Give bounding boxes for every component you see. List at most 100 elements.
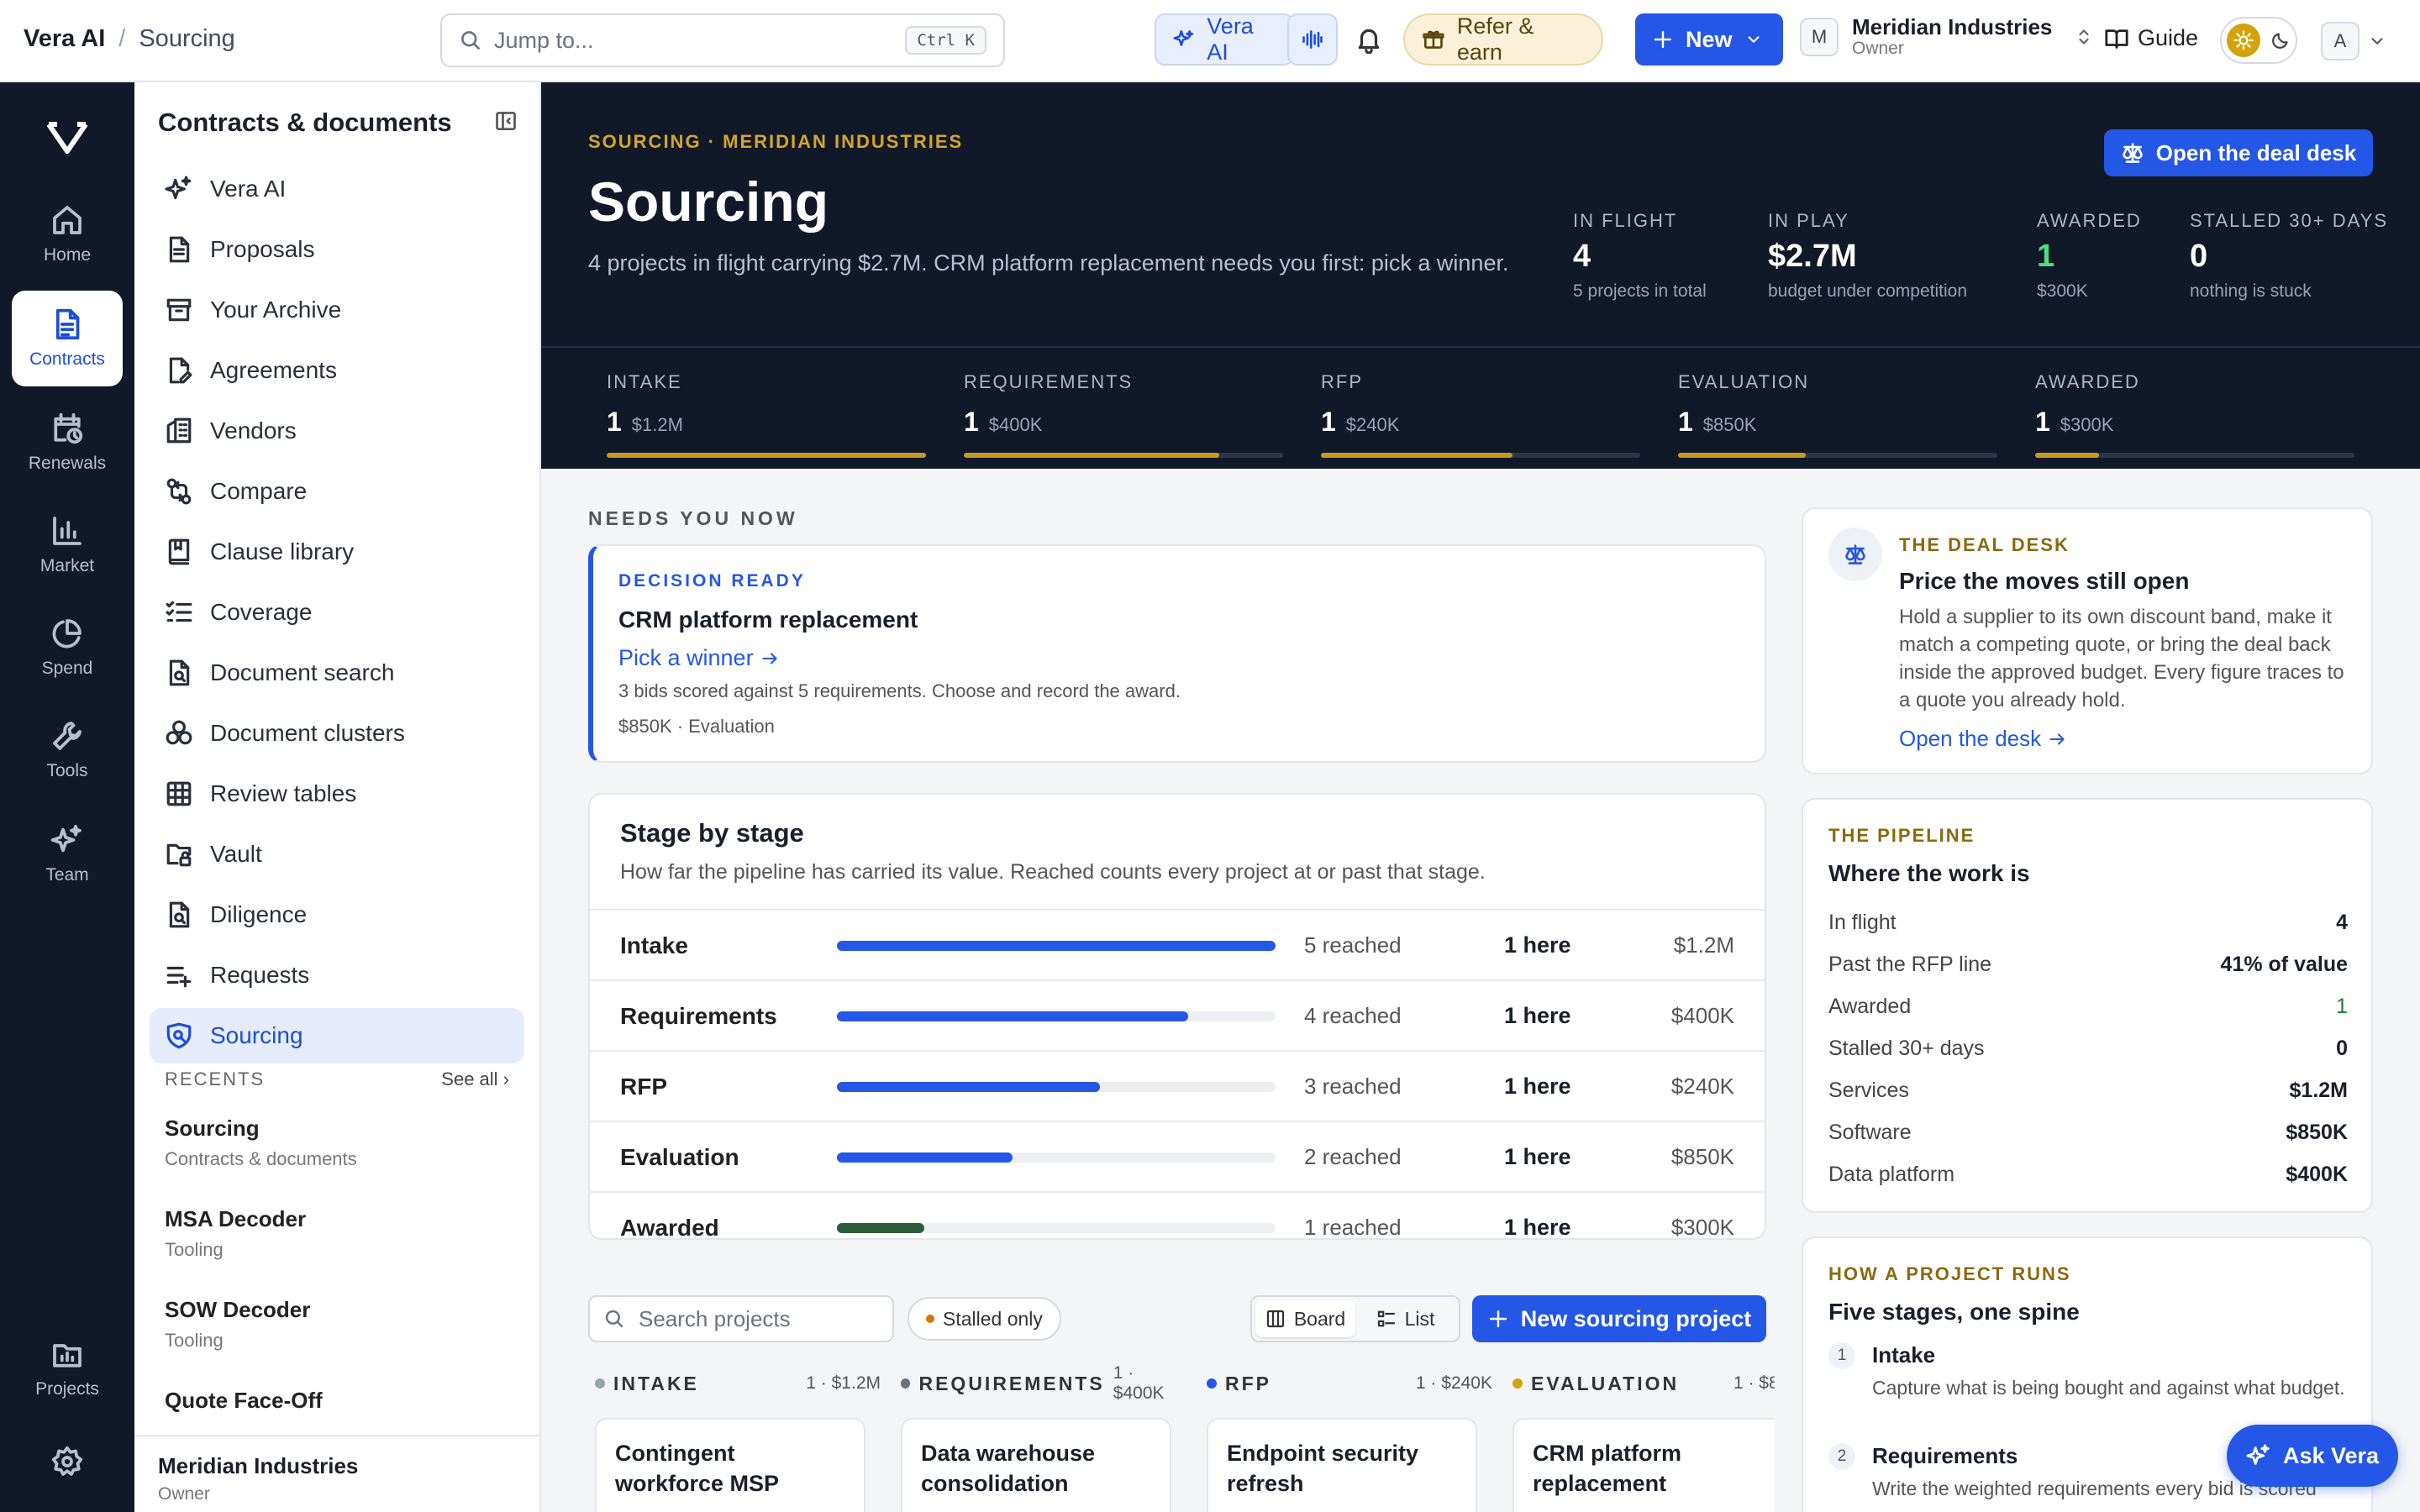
sidebar-item-document-search[interactable]: Document search — [150, 645, 524, 701]
sidebar-item-archive[interactable]: Your Archive — [150, 282, 524, 338]
stage-count-value: 1 — [1678, 407, 1693, 437]
vera-logo-icon[interactable] — [45, 119, 89, 156]
rail-projects[interactable]: Projects — [12, 1320, 123, 1416]
recent-item[interactable]: SOW Decoder Tooling — [165, 1297, 310, 1352]
stage-row-name: Awarded — [620, 1215, 719, 1241]
stage-summary-evaluation[interactable]: EVALUATION 1 $850K — [1678, 371, 1997, 458]
board-view-button[interactable]: Board — [1255, 1300, 1355, 1337]
sparkles-icon — [165, 176, 192, 200]
list-view-button[interactable]: List — [1355, 1300, 1455, 1337]
sidebar-org-footer[interactable]: Meridian Industries Owner — [134, 1435, 539, 1512]
open-desk-link[interactable]: Open the desk — [1899, 726, 2066, 752]
stage-summary-rfp[interactable]: RFP 1 $240K — [1321, 371, 1640, 458]
sidebar-item-clause-library[interactable]: Clause library — [150, 524, 524, 580]
stage-row-rfp[interactable]: RFP 3 reached 1 here $240K — [590, 1050, 1765, 1121]
list-label: List — [1404, 1307, 1435, 1330]
stage-summary-intake[interactable]: INTAKE 1 $1.2M — [607, 371, 926, 458]
project-search-placeholder: Search projects — [639, 1305, 791, 1331]
refer-earn-button[interactable]: Refer & earn — [1403, 13, 1603, 66]
stage-summary-awarded[interactable]: AWARDED 1 $300K — [2035, 371, 2354, 458]
sidebar-item-requests[interactable]: Requests — [150, 948, 524, 1003]
open-deal-desk-button[interactable]: Open the deal desk — [2104, 129, 2373, 176]
stage-row-evaluation[interactable]: Evaluation 2 reached 1 here $850K — [590, 1121, 1765, 1191]
stalled-only-filter[interactable]: Stalled only — [908, 1297, 1061, 1341]
view-toggle: Board List — [1250, 1295, 1460, 1342]
sidebar-item-vendors[interactable]: Vendors — [150, 403, 524, 459]
new-sourcing-project-button[interactable]: New sourcing project — [1472, 1295, 1766, 1342]
recent-item[interactable]: Sourcing Contracts & documents — [165, 1116, 357, 1170]
decision-card[interactable]: DECISION READY CRM platform replacement … — [588, 544, 1766, 763]
how-title: Five stages, one spine — [1828, 1299, 2080, 1325]
stage-row-intake[interactable]: Intake 5 reached 1 here $1.2M — [590, 909, 1765, 979]
deal-desk-card: THE DEAL DESK Price the moves still open… — [1802, 507, 2373, 774]
new-button[interactable]: New — [1635, 13, 1783, 66]
breadcrumb-brand[interactable]: Vera AI — [24, 25, 105, 53]
sidebar-item-diligence[interactable]: Diligence — [150, 887, 524, 942]
account-menu[interactable]: A — [2321, 22, 2386, 60]
collapse-sidebar-button[interactable] — [494, 109, 518, 133]
sidebar-item-proposals[interactable]: Proposals — [150, 222, 524, 277]
stage-row-value: $400K — [1670, 1003, 1734, 1028]
stage-row-reached: 5 reached — [1304, 932, 1402, 958]
pipeline-row: In flight 4 — [1828, 911, 2348, 935]
ask-vera-button[interactable]: Ask Vera — [2227, 1425, 2398, 1487]
kpi-value: 0 — [2190, 239, 2208, 274]
guide-button[interactable]: Guide — [2104, 25, 2198, 51]
breadcrumb: Vera AI / Sourcing — [24, 25, 235, 53]
vera-ai-button[interactable]: Vera AI — [1155, 13, 1294, 66]
sidebar-item-vault[interactable]: Vault — [150, 827, 524, 882]
pipeline-row-label: Software — [1828, 1121, 1912, 1144]
sidebar-item-label: Sourcing — [210, 1022, 303, 1048]
theme-toggle[interactable] — [2220, 17, 2297, 64]
decision-eyebrow: DECISION READY — [618, 571, 806, 591]
stage-progress-fill — [964, 453, 1219, 458]
rail-contracts[interactable]: Contracts — [12, 291, 123, 386]
sidebar-item-compare[interactable]: Compare — [150, 464, 524, 519]
jump-to-search[interactable]: Jump to... Ctrl K — [440, 13, 1005, 67]
project-search-input[interactable]: Search projects — [588, 1295, 894, 1342]
sidebar-item-vera-ai[interactable]: Vera AI — [150, 161, 524, 217]
project-card[interactable]: CRM platform replacement — [1512, 1418, 1775, 1512]
see-all-link[interactable]: See all › — [441, 1068, 509, 1090]
project-card[interactable]: Data warehouse consolidation — [901, 1418, 1171, 1512]
project-card[interactable]: Contingent workforce MSP — [595, 1418, 865, 1512]
stage-card-title: Stage by stage — [620, 818, 804, 848]
pipeline-eyebrow: THE PIPELINE — [1828, 825, 1975, 846]
stage-label: EVALUATION — [1678, 371, 1810, 392]
sidebar-item-agreements[interactable]: Agreements — [150, 343, 524, 398]
column-count: 1 · $400K — [1113, 1364, 1165, 1403]
rail-home[interactable]: Home — [12, 186, 123, 282]
stage-summary-requirements[interactable]: REQUIREMENTS 1 $400K — [964, 371, 1283, 458]
pick-winner-link[interactable]: Pick a winner — [618, 645, 779, 671]
voice-button[interactable] — [1287, 13, 1338, 66]
sidebar-item-document-clusters[interactable]: Document clusters — [150, 706, 524, 761]
rail-spend[interactable]: Spend — [12, 600, 123, 696]
rail-tools[interactable]: Tools — [12, 702, 123, 798]
footer-org-name: Meridian Industries — [158, 1453, 359, 1478]
sparkles-icon — [2246, 1444, 2270, 1465]
org-avatar: M — [1800, 18, 1839, 56]
project-card[interactable]: Endpoint security refresh — [1207, 1418, 1477, 1512]
notifications-button[interactable] — [1355, 25, 1383, 54]
stage-label: RFP — [1321, 371, 1363, 392]
recent-item[interactable]: Quote Face-Off — [165, 1388, 323, 1414]
sidebar-item-coverage[interactable]: Coverage — [150, 585, 524, 640]
plus-icon — [1654, 30, 1672, 49]
recent-item[interactable]: MSA Decoder Tooling — [165, 1206, 306, 1261]
stage-row-awarded[interactable]: Awarded 1 reached 1 here $300K — [590, 1191, 1765, 1262]
board-column-header: INTAKE 1 · $1.2M — [595, 1364, 891, 1403]
sidebar-item-sourcing[interactable]: Sourcing — [150, 1008, 524, 1063]
chevron-down-icon — [1748, 36, 1760, 43]
rail-settings[interactable] — [12, 1428, 123, 1495]
rail-renewals[interactable]: Renewals — [12, 395, 123, 491]
pipeline-row-label: Awarded — [1828, 995, 1912, 1018]
stage-progress-fill — [2035, 453, 2099, 458]
rail-market[interactable]: Market — [12, 497, 123, 593]
sidebar-item-label: Document clusters — [210, 720, 405, 746]
org-switcher[interactable]: M Meridian Industries Owner — [1800, 15, 2094, 59]
guide-label: Guide — [2138, 25, 2199, 50]
table-icon — [166, 781, 192, 806]
sidebar-item-review-tables[interactable]: Review tables — [150, 766, 524, 822]
rail-team[interactable]: Team — [12, 806, 123, 902]
stage-row-requirements[interactable]: Requirements 4 reached 1 here $400K — [590, 979, 1765, 1050]
